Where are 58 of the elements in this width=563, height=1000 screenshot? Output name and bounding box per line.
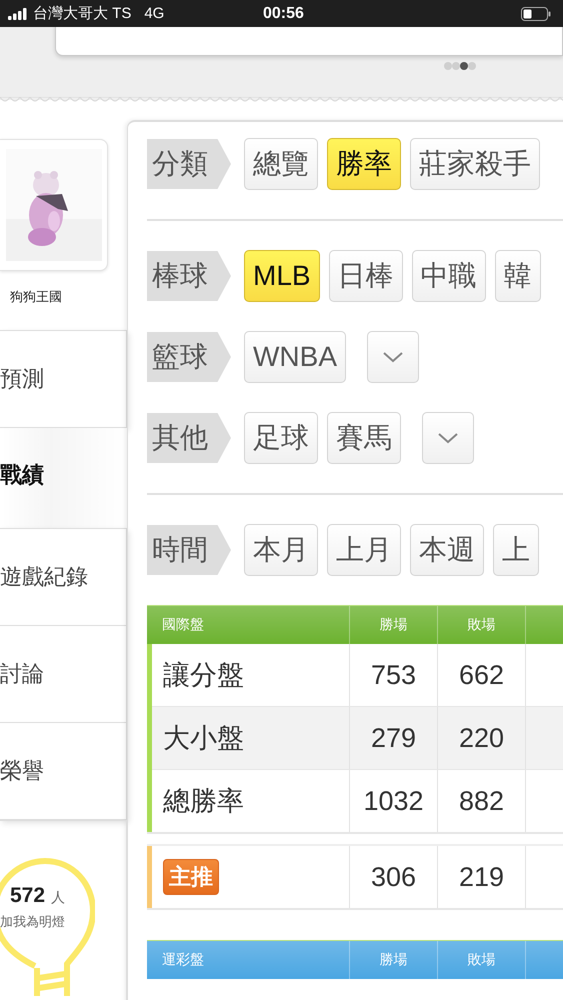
table-cell: 279: [370, 722, 416, 754]
filter-label: 籃球: [147, 332, 231, 382]
filter-button[interactable]: 勝率: [327, 138, 401, 190]
filter-label: 棒球: [147, 251, 231, 301]
lightbulb-icon: [0, 856, 95, 996]
filter-button[interactable]: 本週: [410, 524, 484, 576]
sidebar-item[interactable]: 遊戲紀錄: [0, 529, 126, 626]
table-cell: 753: [370, 660, 416, 690]
pager-dot[interactable]: [468, 62, 476, 70]
table-cell: 220: [458, 722, 504, 754]
filter-button[interactable]: 上: [493, 524, 539, 576]
carrier-name: 台灣大哥大 TS: [33, 4, 132, 23]
dropdown-button[interactable]: [367, 331, 419, 383]
table-cell: 882: [458, 786, 504, 816]
column-header: 運彩盤: [161, 950, 205, 969]
clock-time: 00:56: [263, 4, 304, 22]
table-cell: 306: [370, 862, 416, 892]
filter-button[interactable]: 中職: [412, 250, 486, 302]
filter-button[interactable]: 總覽: [244, 138, 318, 190]
pager-dot[interactable]: [452, 62, 460, 70]
network-type: 4G: [144, 5, 164, 22]
pick-badge: 主推: [163, 859, 219, 895]
table-cell: 219: [458, 862, 504, 892]
column-header: 敗場: [437, 941, 525, 979]
sidebar-item[interactable]: 榮譽: [0, 723, 126, 819]
dropdown-button[interactable]: [422, 412, 474, 464]
sidebar-item[interactable]: 討論: [0, 626, 126, 723]
table-cell: 1032: [363, 786, 424, 816]
filter-button[interactable]: MLB: [244, 250, 320, 302]
column-header: 勝場: [349, 941, 437, 979]
row-label: 總勝率: [163, 785, 244, 818]
filter-button[interactable]: 日棒: [328, 250, 403, 302]
table-cell: 662: [458, 660, 504, 690]
row-label: 大小盤: [163, 722, 244, 755]
chevron-down-icon: [382, 351, 404, 363]
sidebar-item[interactable]: 預測: [0, 331, 126, 427]
filter-button[interactable]: 上月: [327, 524, 401, 576]
row-label: 讓分盤: [163, 659, 244, 692]
filter-label: 其他: [147, 413, 231, 463]
profile-name: 狗狗王國: [9, 288, 63, 306]
follower-count: 572: [10, 884, 46, 908]
pager-dot[interactable]: [460, 62, 468, 70]
filter-button[interactable]: 本月: [244, 524, 318, 576]
filter-label: 時間: [147, 525, 231, 575]
follower-unit: 人: [51, 889, 66, 907]
filter-button[interactable]: 足球: [244, 412, 318, 464]
battery-icon: [521, 6, 551, 20]
filter-button[interactable]: 韓: [494, 250, 541, 302]
filter-button[interactable]: 賽馬: [327, 412, 401, 464]
follow-caption: 加我為明燈: [0, 913, 66, 931]
signal-icon: [8, 8, 28, 20]
pager-dot[interactable]: [444, 62, 452, 70]
chevron-down-icon: [437, 432, 459, 444]
sidebar-item[interactable]: 戰績: [0, 460, 44, 490]
column-header: 國際盤: [161, 615, 205, 634]
filter-button[interactable]: WNBA: [244, 331, 346, 383]
filter-label: 分類: [147, 139, 231, 189]
filter-button[interactable]: 莊家殺手: [410, 138, 540, 190]
